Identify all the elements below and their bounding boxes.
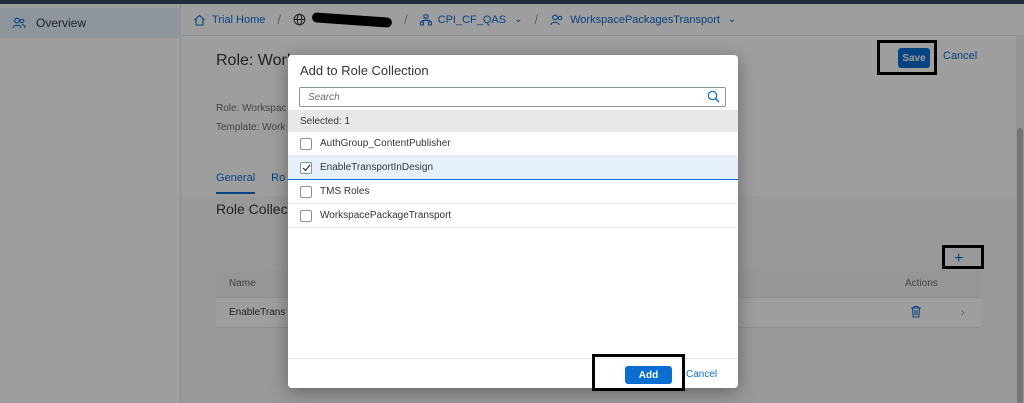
add-button-highlight-box [592, 354, 685, 391]
checkmark-icon [302, 164, 310, 171]
list-item[interactable]: TMS Roles [288, 180, 738, 204]
list-item[interactable]: WorkspacePackageTransport [288, 204, 738, 228]
dialog-title: Add to Role Collection [300, 63, 429, 78]
add-to-role-collection-dialog: Add to Role Collection Selected: 1 AuthG… [288, 55, 738, 388]
list-item-label: WorkspacePackageTransport [320, 210, 452, 221]
checkbox-checked[interactable] [300, 161, 312, 174]
checkbox[interactable] [300, 185, 312, 198]
list-item[interactable]: EnableTransportInDesign [288, 156, 738, 180]
list-item[interactable]: AuthGroup_ContentPublisher [288, 132, 738, 156]
search-field [299, 87, 726, 107]
search-input[interactable] [300, 88, 700, 106]
add-highlight-box [942, 245, 984, 269]
list-item-label: EnableTransportInDesign [320, 162, 434, 173]
list-item-label: TMS Roles [320, 186, 370, 197]
checkbox[interactable] [300, 209, 312, 222]
selected-count-bar: Selected: 1 [288, 110, 738, 132]
list-item-label: AuthGroup_ContentPublisher [320, 138, 451, 149]
checkbox[interactable] [300, 137, 312, 150]
dialog-cancel-button[interactable]: Cancel [686, 369, 717, 380]
role-collection-list: AuthGroup_ContentPublisher EnableTranspo… [288, 132, 738, 228]
search-icon[interactable] [707, 90, 720, 106]
save-highlight-box [877, 40, 937, 75]
